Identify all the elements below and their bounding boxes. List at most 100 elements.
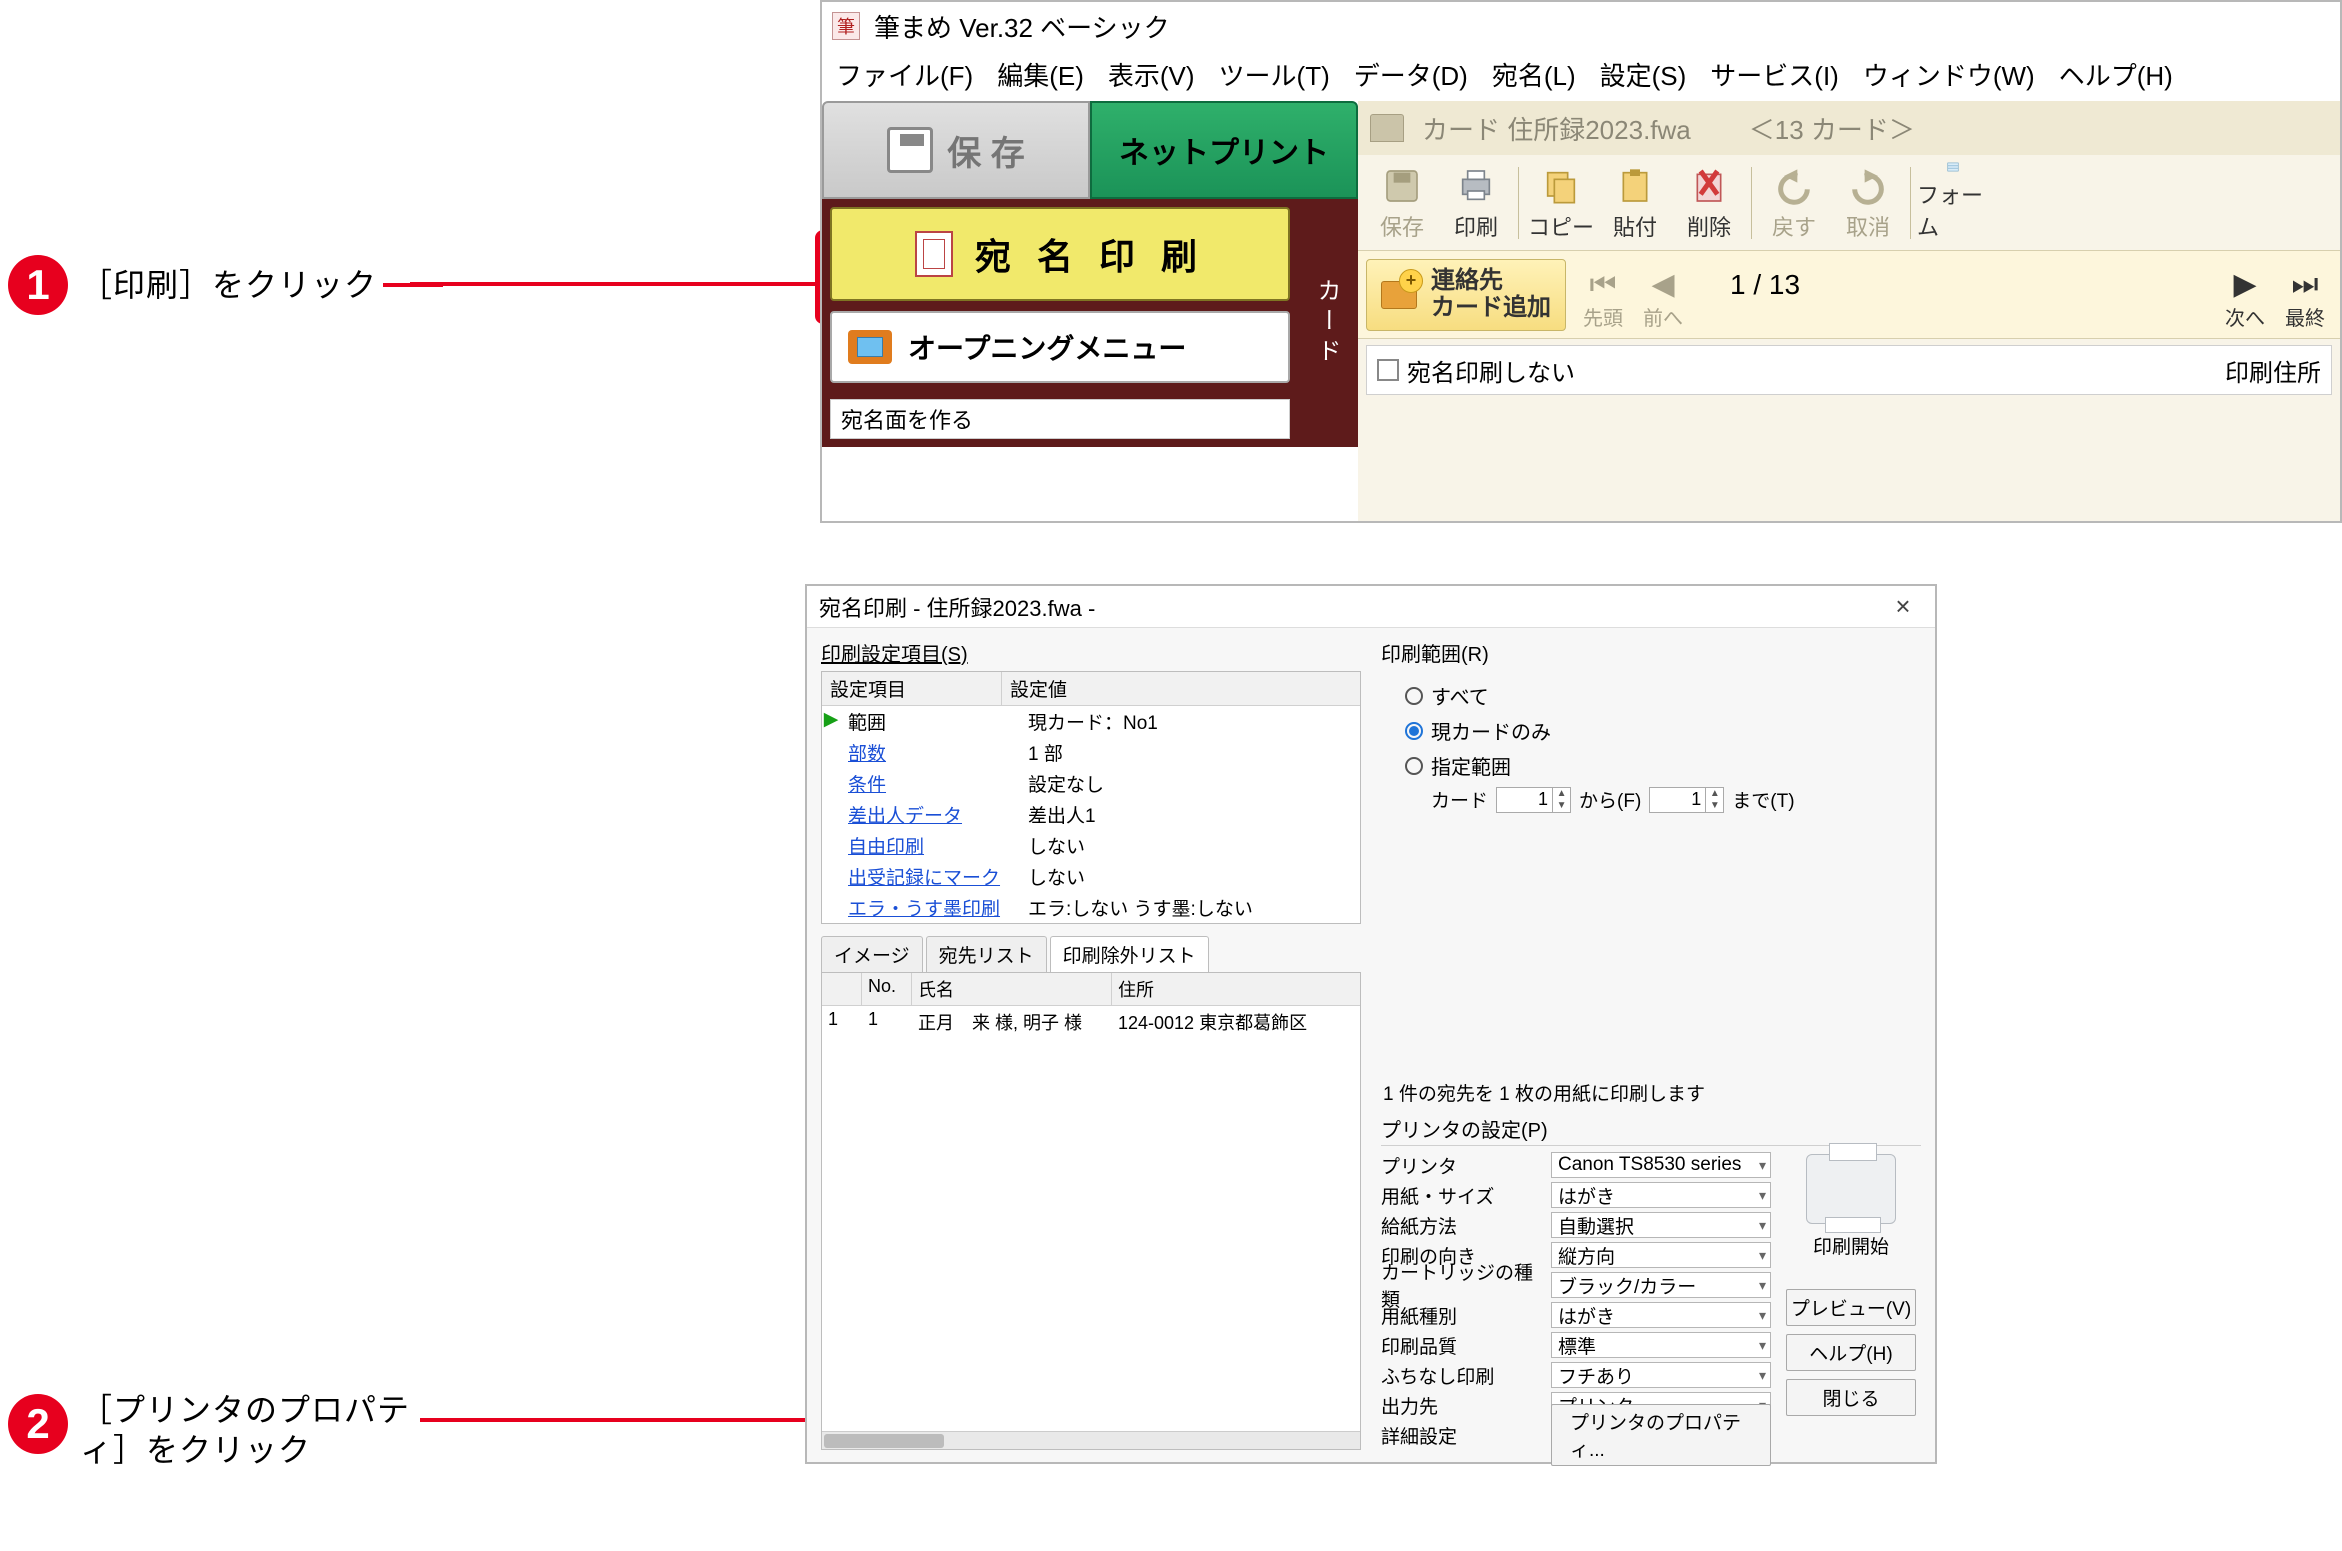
radio-icon [1405, 757, 1423, 775]
menu-data[interactable]: データ(D) [1354, 56, 1468, 93]
list-row[interactable]: 1 1 正月 来 様, 明子 様 124-0012 東京都葛飾区 [822, 1006, 1360, 1038]
toolbar-delete[interactable]: 削除 [1673, 160, 1745, 246]
list-hdr-addr: 住所 [1112, 973, 1360, 1005]
toolbar-undo[interactable]: 戻す [1758, 160, 1830, 246]
callout-2-number: 2 [8, 1394, 68, 1454]
orient-select[interactable]: 縦方向▾ [1551, 1242, 1771, 1268]
toolbar-save[interactable]: 保存 [1366, 160, 1438, 246]
borderless-select[interactable]: フチあり▾ [1551, 1362, 1771, 1388]
settings-row[interactable]: 出受記録にマークしない [822, 861, 1360, 892]
toolbar-sep [1518, 167, 1519, 239]
quality-select[interactable]: 標準▾ [1551, 1332, 1771, 1358]
tab-list[interactable]: 宛先リスト [926, 936, 1047, 972]
dialog-close-button[interactable]: × [1883, 591, 1923, 622]
radio-range-label: 指定範囲 [1431, 751, 1511, 780]
radio-current[interactable]: 現カードのみ [1405, 716, 1921, 745]
undo-icon [1774, 166, 1814, 206]
toolbar-sep [1910, 167, 1911, 239]
nav-page-indicator: 1 / 13 [1700, 269, 1830, 321]
printer-value: Canon TS8530 series [1558, 1154, 1741, 1176]
side-tab-card[interactable]: カード [1296, 207, 1350, 439]
row-marker-icon [822, 892, 840, 923]
printer-properties-button[interactable]: プリンタのプロパティ... [1551, 1404, 1771, 1466]
settings-row[interactable]: エラ・うす墨印刷エラ:しない うす墨:しない [822, 892, 1360, 923]
left-fragment: 宛名面を作る [830, 399, 1290, 439]
netprint-button[interactable]: ネットプリント [1090, 101, 1358, 199]
paper-select[interactable]: はがき▾ [1551, 1182, 1771, 1208]
help-button[interactable]: ヘルプ(H) [1786, 1334, 1916, 1371]
list-scrollbar[interactable] [822, 1431, 1360, 1449]
printer-select[interactable]: Canon TS8530 series▾ [1551, 1152, 1771, 1178]
spin-up-icon[interactable]: ▲ [1553, 788, 1570, 800]
nav-next-label: 次へ [2225, 302, 2265, 331]
settings-key: 部数 [840, 737, 1020, 768]
atena-print-button[interactable]: 宛 名 印 刷 [830, 207, 1290, 301]
feed-select[interactable]: 自動選択▾ [1551, 1212, 1771, 1238]
spin-down-icon[interactable]: ▼ [1706, 800, 1723, 812]
paper-value: はがき [1558, 1182, 1615, 1209]
card-subwindow-header: カード 住所録2023.fwa ＜13 カード＞ [1358, 101, 2340, 155]
pk-feed: 給紙方法 [1381, 1212, 1551, 1239]
media-select[interactable]: はがき▾ [1551, 1302, 1771, 1328]
toolbar-paste[interactable]: 貼付 [1599, 160, 1671, 246]
save-button[interactable]: 保 存 [822, 101, 1090, 199]
menu-file[interactable]: ファイル(F) [836, 56, 973, 93]
spin-up-icon[interactable]: ▲ [1706, 788, 1723, 800]
pk-border: ふちなし印刷 [1381, 1362, 1551, 1389]
settings-row[interactable]: 条件設定なし [822, 768, 1360, 799]
nav-next[interactable]: ▶ 次へ [2218, 259, 2272, 331]
fudemame-main-window: 筆 筆まめ Ver.32 ベーシック ファイル(F) 編集(E) 表示(V) ツ… [820, 0, 2342, 523]
tab-image[interactable]: イメージ [821, 936, 923, 972]
prev-icon: ◀ [1651, 270, 1674, 300]
spin-down-icon[interactable]: ▼ [1553, 800, 1570, 812]
settings-value: 差出人1 [1020, 799, 1360, 830]
menu-edit[interactable]: 編集(E) [997, 56, 1084, 93]
menu-tool[interactable]: ツール(T) [1219, 56, 1330, 93]
save-icon [887, 127, 933, 173]
toolbar-form[interactable]: フォーム [1917, 160, 1989, 246]
settings-row[interactable]: 差出人データ差出人1 [822, 799, 1360, 830]
nav-first[interactable]: ⏮ 先頭 [1576, 259, 1630, 331]
menu-service[interactable]: サービス(I) [1710, 56, 1839, 93]
range-from-spinner[interactable]: ▲▼ [1496, 787, 1571, 813]
close-button[interactable]: 閉じる [1786, 1379, 1916, 1416]
dropdown-icon: ▾ [1759, 1367, 1766, 1384]
toolbar-copy[interactable]: コピー [1525, 160, 1597, 246]
printer-large-icon [1806, 1154, 1896, 1224]
menu-help[interactable]: ヘルプ(H) [2059, 56, 2173, 93]
toolbar-print[interactable]: 印刷 [1440, 160, 1512, 246]
pk-quality: 印刷品質 [1381, 1332, 1551, 1359]
settings-row[interactable]: 自由印刷しない [822, 830, 1360, 861]
tab-exclusion[interactable]: 印刷除外リスト [1050, 936, 1209, 972]
opening-menu-button[interactable]: オープニングメニュー [830, 311, 1290, 383]
nav-last-label: 最終 [2285, 302, 2325, 331]
nav-prev[interactable]: ◀ 前へ [1636, 259, 1690, 331]
settings-hdr-key: 設定項目 [822, 672, 1002, 705]
cartridge-select[interactable]: ブラック/カラー▾ [1551, 1272, 1771, 1298]
preview-button[interactable]: プレビュー(V) [1786, 1289, 1916, 1326]
menu-view[interactable]: 表示(V) [1108, 56, 1195, 93]
toolbar-redo[interactable]: 取消 [1832, 160, 1904, 246]
settings-row[interactable]: 部数1 部 [822, 737, 1360, 768]
menu-atena[interactable]: 宛名(L) [1492, 56, 1576, 93]
add-contact-button[interactable]: 連絡先 カード追加 [1366, 259, 1566, 331]
scrollbar-thumb[interactable] [824, 1434, 944, 1448]
menu-window[interactable]: ウィンドウ(W) [1863, 56, 2035, 93]
print-address-label: 印刷住所 [2225, 353, 2321, 388]
settings-key: 自由印刷 [840, 830, 1020, 861]
start-print-label[interactable]: 印刷開始 [1813, 1232, 1889, 1259]
nav-prev-label: 前へ [1643, 302, 1683, 331]
noprint-checkbox[interactable]: 宛名印刷しない [1377, 353, 1575, 388]
radio-all[interactable]: すべて [1405, 681, 1921, 710]
settings-section-label: 印刷設定項目(S) [821, 638, 1361, 667]
range-to-spinner[interactable]: ▲▼ [1649, 787, 1724, 813]
nav-last[interactable]: ⏭ 最終 [2278, 259, 2332, 331]
settings-row[interactable]: ▶範囲現カード：No1 [822, 706, 1360, 737]
radio-range[interactable]: 指定範囲 [1405, 751, 1921, 780]
range-card-label: カード [1431, 786, 1488, 813]
range-from-input[interactable] [1497, 789, 1552, 810]
menu-settings[interactable]: 設定(S) [1600, 56, 1687, 93]
paste-icon [1615, 166, 1655, 206]
range-to-input[interactable] [1650, 789, 1705, 810]
settings-table: 設定項目 設定値 ▶範囲現カード：No1部数1 部条件設定なし差出人データ差出人… [821, 671, 1361, 924]
